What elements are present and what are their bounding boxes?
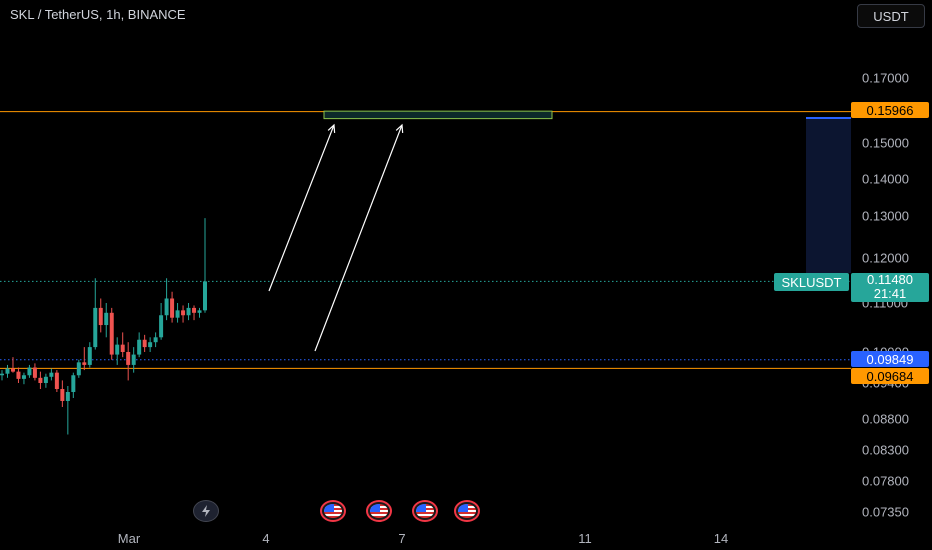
currency-button[interactable]: USDT — [857, 4, 925, 28]
us-flag-icon[interactable] — [366, 500, 392, 522]
candle-body — [109, 312, 114, 355]
candle-body — [197, 310, 202, 313]
candle-body — [159, 315, 164, 338]
x-tick-label: 11 — [578, 531, 592, 546]
candle-body — [60, 389, 65, 401]
current-price-value: 0.11480 — [866, 272, 914, 287]
symbol-price-tag: SKLUSDT — [774, 273, 849, 291]
candle-body — [54, 372, 59, 389]
x-tick-label: 14 — [713, 531, 729, 546]
candle-body — [153, 337, 158, 343]
y-tick-label: 0.17000 — [862, 70, 909, 86]
candle-body — [181, 310, 186, 316]
candle-body — [120, 344, 125, 352]
candle-body — [131, 354, 136, 365]
arrow-right — [314, 124, 403, 352]
chart-title: SKL / TetherUS, 1h, BINANCE — [10, 7, 186, 22]
lightning-icon[interactable] — [193, 500, 219, 522]
candle-body — [5, 368, 10, 374]
candle-body — [16, 371, 21, 379]
us-flag-icon[interactable] — [454, 500, 480, 522]
candle-body — [0, 373, 4, 376]
resistance-price-label: 0.15966 — [851, 102, 929, 118]
candle-body — [65, 392, 70, 401]
target-zone — [323, 110, 553, 120]
candle-body — [203, 281, 207, 311]
x-tick-label: 4 — [262, 531, 270, 546]
arrow-left — [268, 124, 335, 292]
support-price-label: 0.09684 — [851, 368, 929, 384]
x-tick-label: Mar — [117, 531, 141, 546]
candle-body — [98, 307, 103, 326]
candle-body — [148, 342, 153, 348]
candle-body — [126, 352, 131, 365]
candle-body — [93, 307, 98, 348]
candle-body — [38, 377, 43, 383]
candle-body — [87, 347, 92, 365]
y-tick-label: 0.12000 — [862, 250, 909, 266]
y-tick-label: 0.13000 — [862, 208, 909, 224]
y-tick-label: 0.07350 — [862, 504, 909, 520]
projection-box — [806, 118, 851, 273]
blue-level-price-label: 0.09849 — [851, 351, 929, 367]
candle-body — [49, 372, 54, 377]
candle-body — [170, 298, 175, 318]
y-tick-label: 0.14000 — [862, 171, 909, 187]
candle-body — [175, 310, 180, 318]
y-tick-label: 0.08300 — [862, 442, 909, 458]
us-flag-icon[interactable] — [320, 500, 346, 522]
candle-body — [43, 376, 48, 383]
candle-body — [104, 312, 109, 326]
candle-body — [21, 375, 26, 379]
bar-countdown: 21:41 — [873, 286, 907, 301]
us-flag-icon[interactable] — [412, 500, 438, 522]
candle-body — [32, 367, 37, 378]
candle-body — [76, 362, 81, 376]
candle-body — [27, 367, 32, 376]
x-tick-label: 7 — [398, 531, 406, 546]
y-tick-label: 0.15000 — [862, 135, 909, 151]
candle-body — [192, 307, 197, 313]
candle-body — [142, 339, 147, 348]
candle-body — [10, 368, 15, 372]
candle-body — [115, 344, 120, 355]
current-price-label: 0.11480 21:41 — [851, 273, 929, 302]
y-tick-label: 0.08800 — [862, 411, 909, 427]
candle-body — [82, 362, 87, 365]
y-tick-label: 0.07800 — [862, 473, 909, 489]
candle-body — [186, 307, 191, 316]
candle-body — [137, 339, 142, 355]
candle-body — [71, 375, 76, 392]
candle-body — [164, 298, 169, 316]
